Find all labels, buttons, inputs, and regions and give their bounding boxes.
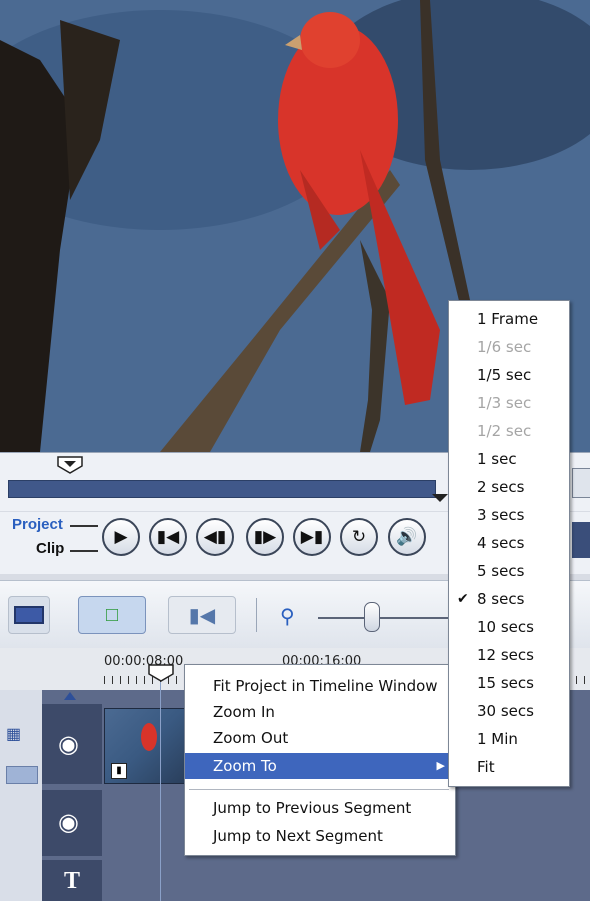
menu-fit-project[interactable]: Fit Project in Timeline Window [185,673,455,699]
toolbar-divider [256,598,257,632]
menu-zoom-to[interactable]: Zoom To ▶ [185,753,455,779]
zoom-1-frame[interactable]: 1 Frame [449,305,569,333]
film-reel-icon: ◉ [58,809,79,836]
menu-jump-next[interactable]: Jump to Next Segment [185,823,455,849]
zoom-30-secs[interactable]: 30 secs [449,697,569,725]
menu-zoom-in[interactable]: Zoom In [185,699,455,725]
menu-jump-previous[interactable]: Jump to Previous Segment [185,795,455,821]
zoom-1-2-sec: 1/2 sec [477,422,532,440]
zoom-to-submenu: 1 Frame 1/6 sec 1/5 sec 1/3 sec 1/2 sec … [448,300,570,787]
next-button[interactable]: ▶▮ [293,518,331,556]
zoom-15-secs[interactable]: 15 secs [449,669,569,697]
project-label[interactable]: Project [12,516,63,533]
timeline-cursor-line [160,682,161,901]
prev-button[interactable]: ▮◀ [149,518,187,556]
zoom-12-secs[interactable]: 12 secs [449,641,569,669]
scroll-down-button[interactable] [6,766,38,784]
repeat-icon: ↻ [351,527,367,546]
menu-zoom-out[interactable]: Zoom Out [185,725,455,751]
scrub-bar[interactable] [8,480,436,498]
zoom-1-min[interactable]: 1 Min [449,725,569,753]
step-back-icon: ◀▮ [203,527,227,546]
zoom-fit[interactable]: Fit [449,753,569,781]
track-control-column [0,690,42,901]
zoom-slider-thumb[interactable] [364,602,380,632]
scroll-up-arrow[interactable] [64,692,76,700]
title-track-head: T [42,860,102,901]
zoom-10-secs[interactable]: 10 secs [449,613,569,641]
zoom-4-secs[interactable]: 4 secs [449,529,569,557]
zoom-2-secs[interactable]: 2 secs [449,473,569,501]
mode-connector-line [70,525,98,527]
zoom-8-secs-label: 8 secs [477,590,525,608]
overlay-track-head: ◉ [42,790,102,856]
timeline-icon: □ [105,603,119,626]
mode-connector-line [70,550,98,552]
track-manager-icon[interactable]: ▦ [6,724,21,744]
play-icon: ▶ [114,527,128,546]
title-icon: T [64,868,81,894]
context-menu: Fit Project in Timeline Window Zoom In Z… [184,664,456,856]
audio-view-button[interactable]: ▮◀ [168,596,236,634]
zoom-8-secs[interactable]: ✔ 8 secs [449,585,569,613]
clip-label[interactable]: Clip [36,540,64,557]
skip-start-icon: ▮◀ [156,527,180,546]
video-track-head: ◉ [42,704,102,784]
zoom-out-icon[interactable]: ⚲ [280,604,295,629]
skip-end-icon: ▶▮ [300,527,324,546]
frame-back-button[interactable]: ◀▮ [196,518,234,556]
frame-forward-button[interactable]: ▮▶ [246,518,284,556]
timeline-playhead[interactable] [148,664,174,682]
clip-audio-icon: ▮ [111,763,127,779]
repeat-button[interactable]: ↻ [340,518,378,556]
right-expand-icon[interactable] [572,522,590,558]
speaker-icon: 🔊 [396,527,418,546]
zoom-1-sec[interactable]: 1 sec [449,445,569,473]
menu-separator [189,789,449,790]
zoom-5-secs[interactable]: 5 secs [449,557,569,585]
timeline-view-button[interactable]: □ [78,596,146,634]
scrub-end-marker [432,494,448,502]
step-forward-icon: ▮▶ [253,527,277,546]
zoom-3-secs[interactable]: 3 secs [449,501,569,529]
playhead-marker[interactable] [57,456,83,474]
zoom-1-6-sec: 1/6 sec [477,338,532,356]
zoom-1-3-sec: 1/3 sec [477,394,532,412]
volume-button[interactable]: 🔊 [388,518,426,556]
zoom-1-5-sec[interactable]: 1/5 sec [449,361,569,389]
menu-zoom-to-label: Zoom To [213,757,277,775]
submenu-arrow-icon: ▶ [436,759,445,772]
right-panel-edge-icon[interactable] [572,468,590,498]
play-button[interactable]: ▶ [102,518,140,556]
film-strip-icon [14,606,44,624]
speaker-icon: ▮◀ [188,604,216,627]
video-clip-thumbnail[interactable]: ▮ [104,708,186,784]
checkmark-icon: ✔ [457,591,469,607]
film-reel-icon: ◉ [58,731,79,758]
zoom-slider-track[interactable] [318,617,448,619]
storyboard-view-button[interactable] [8,596,50,634]
